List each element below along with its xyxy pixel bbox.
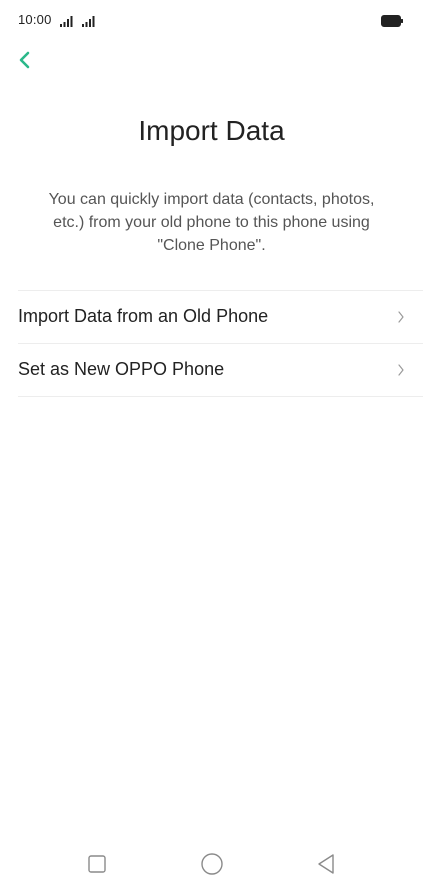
status-time: 10:00 [18,12,52,27]
back-icon[interactable] [314,852,338,876]
options-list: Import Data from an Old Phone Set as New… [18,290,423,397]
page-title: Import Data [138,115,285,146]
back-button[interactable] [12,46,40,74]
divider [18,396,423,397]
set-as-new-phone-option[interactable]: Set as New OPPO Phone [18,344,423,396]
option-label: Import Data from an Old Phone [18,306,269,326]
recent-apps-icon[interactable] [85,852,109,876]
signal-icon [60,16,73,27]
import-from-old-phone-option[interactable]: Import Data from an Old Phone [18,291,423,343]
signal-icon [82,16,95,27]
chevron-left-icon [19,51,30,69]
chevron-right-icon [398,311,404,323]
home-icon[interactable] [200,852,224,876]
status-bar: 10:00 [0,0,423,44]
page-description: You can quickly import data (contacts, p… [48,191,375,254]
chevron-right-icon [398,364,404,376]
battery-icon [381,15,403,27]
navigation-bar [0,840,423,894]
option-label: Set as New OPPO Phone [18,359,225,379]
